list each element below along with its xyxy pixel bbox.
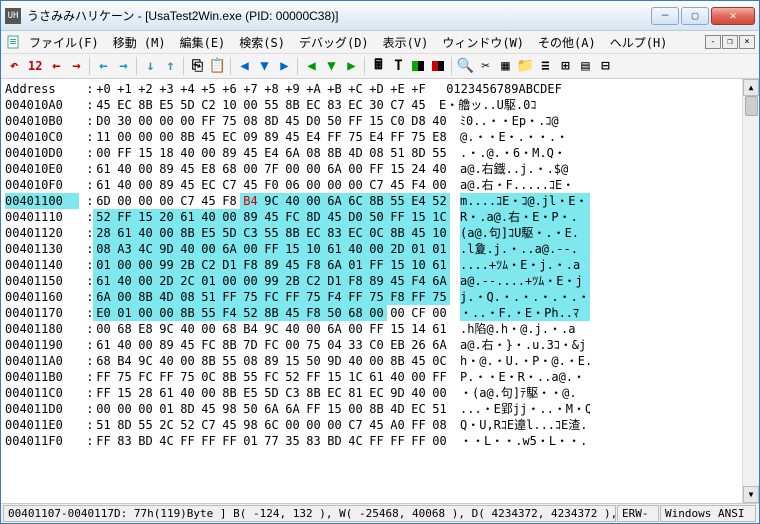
hex-row[interactable]: 004011B0 :FF75FCFF750C8B55FC52FF151C6140… <box>5 369 738 385</box>
nav-forward-icon[interactable]: → <box>114 56 132 76</box>
flag-green-icon[interactable] <box>409 56 427 76</box>
status-erw: ERW- <box>617 505 659 522</box>
toolbar: ↶ 12 ← → ← → ↓ ↑ ⎘ 📋 ◀ ▼ ▶ ◀ ▼ ▶ 🖩 T 🔍 ✂… <box>1 53 759 79</box>
menu-view[interactable]: 表示(V) <box>377 32 435 53</box>
scroll-thumb[interactable] <box>745 96 758 116</box>
paste-icon[interactable]: 📋 <box>208 56 226 76</box>
hex-view[interactable]: Address :+0+1+2+3+4+5+6+7+8+9+A+B+C+D+E+… <box>1 79 759 503</box>
menu-debug[interactable]: デバッグ(D) <box>293 32 375 53</box>
main-window: UH うさみみハリケーン - [UsaTest2Win.exe (PID: 00… <box>0 0 760 524</box>
nav-back-icon[interactable]: ← <box>94 56 112 76</box>
hex-row[interactable]: 004010A0 :45EC8BE55DC21000558BEC83EC30C7… <box>5 97 738 113</box>
hex-row[interactable]: 00401120 :286140008BE55DC3558BEC83EC0C8B… <box>5 225 738 241</box>
document-icon <box>5 34 21 50</box>
mdi-close-button[interactable]: × <box>739 35 755 49</box>
maximize-button[interactable]: ▢ <box>681 7 709 25</box>
hex-row[interactable]: 00401190 :6140008945FC8B7DFC00750433C0EB… <box>5 337 738 353</box>
calc-icon[interactable]: 🖩 <box>369 56 387 76</box>
text-icon[interactable]: T <box>389 56 407 76</box>
menu-window[interactable]: ウィンドウ(W) <box>436 32 530 53</box>
hex-row[interactable]: 004010F0 :6140008945ECC745F006000000C745… <box>5 177 738 193</box>
close-button[interactable]: ✕ <box>711 7 755 25</box>
hex-row[interactable]: 00401140 :010000992BC2D1F88945F86A01FF15… <box>5 257 738 273</box>
hex-row[interactable]: 00401180 :0068E89C400068B49C40006A00FF15… <box>5 321 738 337</box>
folder-icon[interactable]: 📁 <box>516 56 534 76</box>
mdi-restore-button[interactable]: ❐ <box>722 35 738 49</box>
scroll-up-button[interactable]: ▲ <box>743 79 759 96</box>
back-icon[interactable]: ← <box>47 56 65 76</box>
menubar: ファイル(F) 移動 (M) 編集(E) 検索(S) デバッグ(D) 表示(V)… <box>1 31 759 53</box>
go-right-icon[interactable]: ▶ <box>342 56 360 76</box>
mdi-minimize-button[interactable]: - <box>705 35 721 49</box>
minimize-button[interactable]: ─ <box>651 7 679 25</box>
tools-icon[interactable]: ✂ <box>476 56 494 76</box>
menu-edit[interactable]: 編集(E) <box>174 32 232 53</box>
copy-icon[interactable]: ⎘ <box>188 56 206 76</box>
scroll-down-button[interactable]: ▼ <box>743 486 759 503</box>
memory-icon[interactable]: ▤ <box>576 56 594 76</box>
menu-other[interactable]: その他(A) <box>532 32 602 53</box>
hex-row[interactable]: 00401150 :6140002D2C010000992BC2D1F88945… <box>5 273 738 289</box>
bookmark-left-icon[interactable]: ◀ <box>235 56 253 76</box>
hex-row[interactable]: 004010D0 :00FF151840008945E46A088B4D0851… <box>5 145 738 161</box>
hex-row[interactable]: 004011D0 :000000018D4598506A6AFF15008B4D… <box>5 401 738 417</box>
go-left-icon[interactable]: ◀ <box>302 56 320 76</box>
hex-row[interactable]: 004011C0 :FF15286140008BE55DC38BEC81EC9D… <box>5 385 738 401</box>
hex-row[interactable]: 00401110 :52FF15206140008945FC8D45D050FF… <box>5 209 738 225</box>
list-icon[interactable]: ≡ <box>536 56 554 76</box>
statusbar: 00401107-0040117D: 77h(119)Byte ] B( -12… <box>1 503 759 523</box>
bookmark-down-icon[interactable]: ▼ <box>255 56 273 76</box>
go-down-icon[interactable]: ▼ <box>322 56 340 76</box>
window-icon[interactable]: ⊞ <box>556 56 574 76</box>
app-icon: UH <box>5 8 21 24</box>
undo-icon[interactable]: ↶ <box>5 56 23 76</box>
process-icon[interactable]: ⊟ <box>596 56 614 76</box>
flag-red-icon[interactable] <box>429 56 447 76</box>
grid-icon[interactable]: ▦ <box>496 56 514 76</box>
toolbar-number: 12 <box>25 59 45 73</box>
menu-file[interactable]: ファイル(F) <box>23 32 105 53</box>
binoculars-icon[interactable]: 🔍 <box>456 56 474 76</box>
window-title: うさみみハリケーン - [UsaTest2Win.exe (PID: 00000… <box>27 7 651 24</box>
hex-row[interactable]: 00401100 :6D000000C745F8B49C40006A6C8B55… <box>5 193 738 209</box>
up-icon[interactable]: ↑ <box>161 56 179 76</box>
bookmark-right-icon[interactable]: ▶ <box>275 56 293 76</box>
menu-search[interactable]: 検索(S) <box>233 32 291 53</box>
hex-row[interactable]: 004011A0 :68B49C40008B55088915509D40008B… <box>5 353 738 369</box>
hex-row[interactable]: 00401170 :E00100008B55F4528B45F850680000… <box>5 305 738 321</box>
vertical-scrollbar[interactable]: ▲ ▼ <box>742 79 759 503</box>
down-icon[interactable]: ↓ <box>141 56 159 76</box>
forward-icon[interactable]: → <box>67 56 85 76</box>
hex-row[interactable]: 00401160 :6A008B4D0851FF75FCFF75F4FF75F8… <box>5 289 738 305</box>
menu-move[interactable]: 移動 (M) <box>107 32 172 53</box>
hex-row[interactable]: 004010E0 :6140008945E868007F00006A00FF15… <box>5 161 738 177</box>
hex-header: Address :+0+1+2+3+4+5+6+7+8+9+A+B+C+D+E+… <box>5 81 738 97</box>
hex-row[interactable]: 004010B0 :D030000000FF75088D45D050FF15C0… <box>5 113 738 129</box>
hex-row[interactable]: 004010C0 :110000008B45EC098945E4FF75E4FF… <box>5 129 738 145</box>
hex-row[interactable]: 004011E0 :518D552C52C745986C000000C745A0… <box>5 417 738 433</box>
titlebar[interactable]: UH うさみみハリケーン - [UsaTest2Win.exe (PID: 00… <box>1 1 759 31</box>
status-main: 00401107-0040117D: 77h(119)Byte ] B( -12… <box>3 505 616 522</box>
menu-help[interactable]: ヘルプ(H) <box>604 32 674 53</box>
hex-row[interactable]: 00401130 :08A34C9D40006A00FF15106140002D… <box>5 241 738 257</box>
status-encoding: Windows ANSI <box>660 505 756 522</box>
hex-row[interactable]: 004011F0 :FF83BD4CFFFFFF01773583BD4CFFFF… <box>5 433 738 449</box>
